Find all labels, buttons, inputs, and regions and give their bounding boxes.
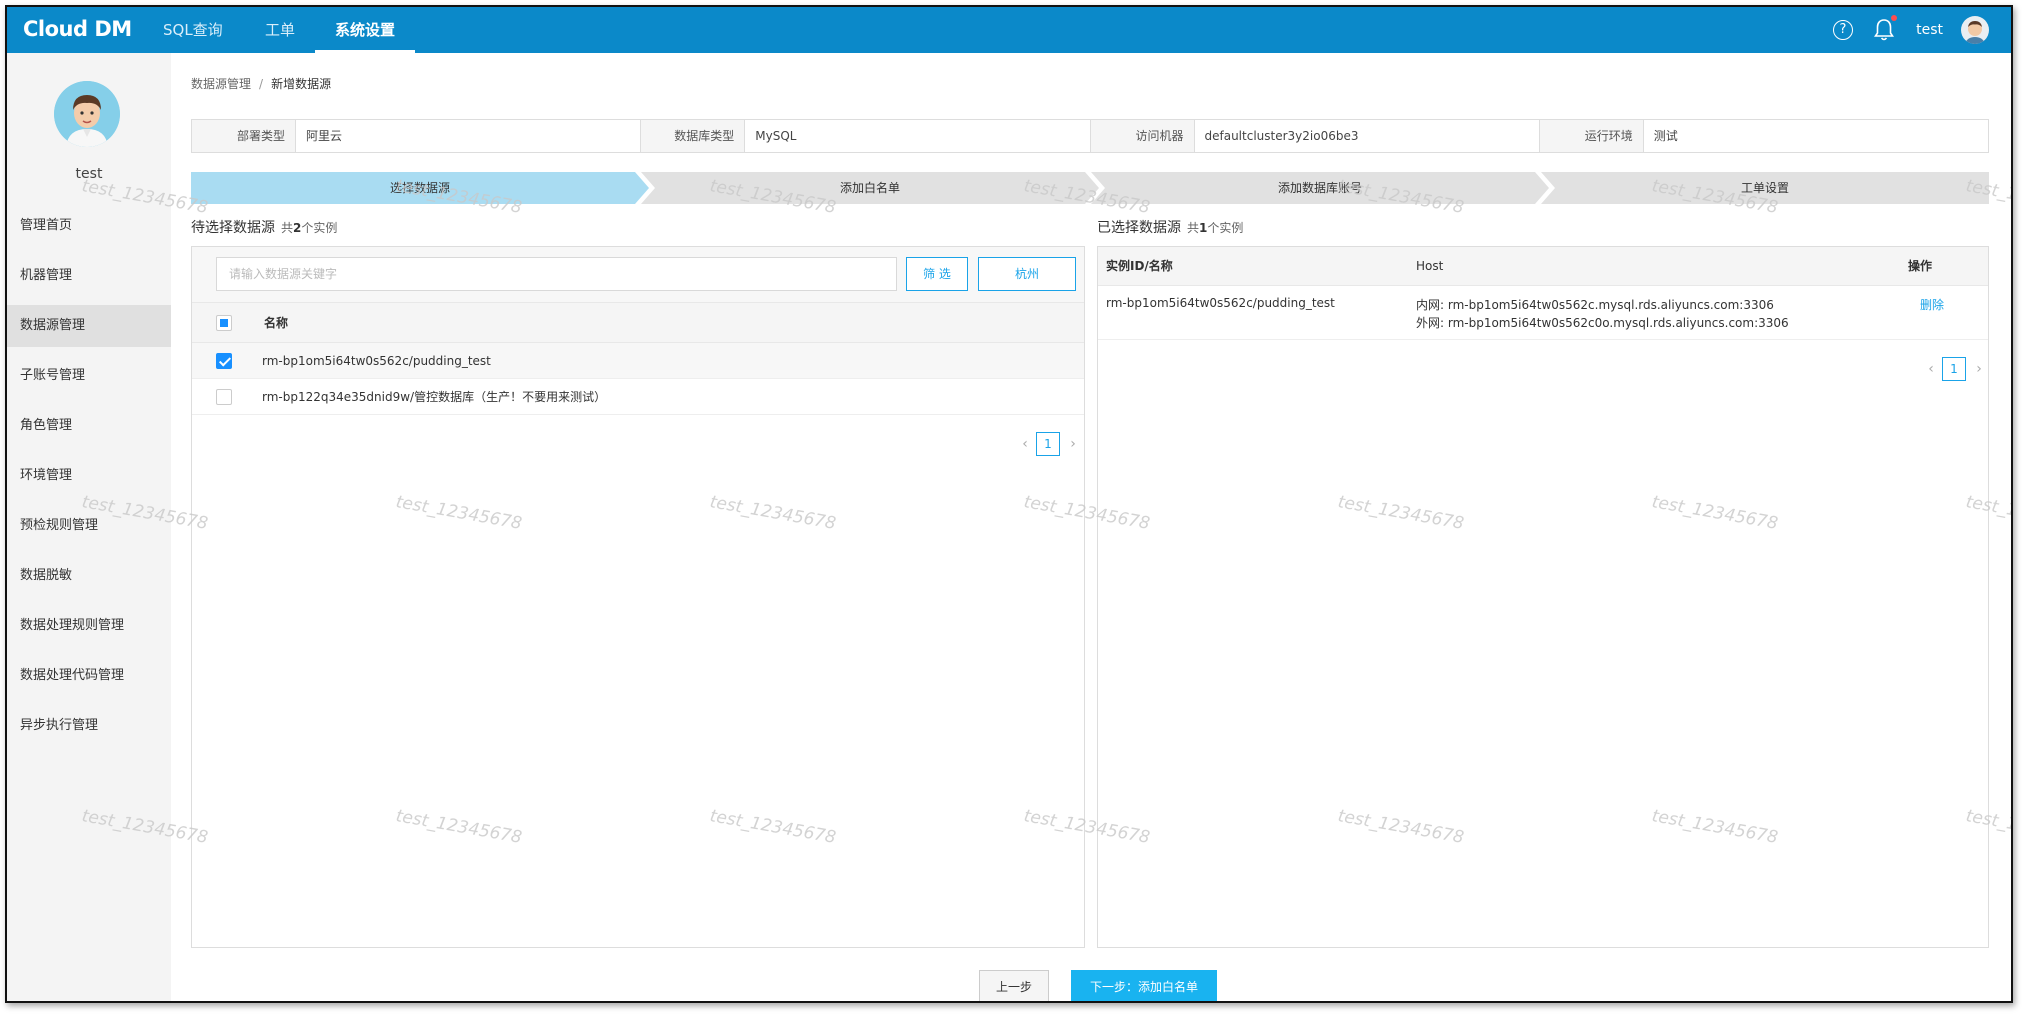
select-all-checkbox[interactable] — [216, 315, 232, 331]
datasource-search-input[interactable]: 请输入数据源关键字 — [216, 257, 897, 291]
row-datasource-name: rm-bp122q34e35dnid9w/管控数据库（生产！不要用来测试） — [262, 390, 607, 404]
info-label: 访问机器 — [1090, 120, 1195, 152]
sidebar-avatar — [54, 81, 120, 147]
selected-datasources-panel: 实例ID/名称 Host 操作 rm-bp1om5i64tw0s562c/pud… — [1097, 246, 1989, 948]
datasource-info-bar: 部署类型 阿里云 数据库类型 MySQL 访问机器 defaultcluster… — [191, 119, 1989, 153]
count-prefix: 共 — [281, 221, 294, 235]
column-header-action: 操作 — [1908, 259, 1933, 273]
info-value: MySQL — [755, 129, 797, 143]
left-panel-count: 共2个实例 — [281, 221, 337, 235]
user-avatar[interactable] — [1961, 16, 1989, 44]
sidebar-item-precheck-rules[interactable]: 预检规则管理 — [7, 505, 171, 547]
main-content: 数据源管理 / 新增数据源 部署类型 阿里云 数据库类型 MySQL 访问机器 de… — [171, 53, 2011, 1001]
sidebar-item-processing-code[interactable]: 数据处理代码管理 — [7, 655, 171, 697]
left-panel-heading: 待选择数据源 — [191, 220, 275, 236]
prev-page-icon[interactable]: ‹ — [1018, 432, 1032, 456]
sidebar-item-processing-rules[interactable]: 数据处理规则管理 — [7, 605, 171, 647]
next-page-icon[interactable]: › — [1972, 357, 1986, 381]
left-pagination: ‹ 1 › — [1018, 432, 1080, 456]
row-checkbox[interactable] — [216, 353, 232, 369]
nav-workorder[interactable]: 工单 — [265, 7, 295, 53]
sidebar-item-datasources[interactable]: 数据源管理 — [7, 305, 171, 347]
breadcrumb-current: 新增数据源 — [271, 77, 332, 91]
nav-system-settings[interactable]: 系统设置 — [314, 7, 416, 53]
step-add-db-account: 添加数据库账号 — [1091, 172, 1549, 204]
table-row[interactable]: rm-bp122q34e35dnid9w/管控数据库（生产！不要用来测试） — [192, 379, 1084, 415]
row-checkbox[interactable] — [216, 389, 232, 405]
info-access-machine: 访问机器 defaultcluster3y2io06be3 — [1089, 120, 1539, 152]
info-value: 测试 — [1653, 129, 1678, 143]
row-host-outer: 外网: rm-bp1om5i64tw0s562c0o.mysql.rds.ali… — [1416, 316, 1789, 330]
row-datasource-name: rm-bp1om5i64tw0s562c/pudding_test — [262, 354, 491, 368]
sidebar: test 管理首页 机器管理 数据源管理 子账号管理 角色管理 环境管理 预检规… — [7, 53, 171, 1001]
info-deploy-type: 部署类型 阿里云 — [192, 120, 640, 152]
filter-button[interactable]: 筛 选 — [906, 257, 968, 291]
step-add-whitelist: 添加白名单 — [641, 172, 1099, 204]
right-pagination: ‹ 1 › — [1924, 357, 1986, 381]
page-number[interactable]: 1 — [1036, 432, 1060, 456]
breadcrumb-parent[interactable]: 数据源管理 — [191, 77, 251, 91]
help-icon[interactable]: ? — [1833, 20, 1853, 40]
table-header: 实例ID/名称 Host 操作 — [1098, 247, 1988, 286]
next-step-button[interactable]: 下一步：添加白名单 — [1071, 970, 1217, 1001]
count-prefix: 共 — [1187, 221, 1200, 235]
count-suffix: 个实例 — [301, 221, 338, 235]
sidebar-item-data-masking[interactable]: 数据脱敏 — [7, 555, 171, 597]
row-instance-id: rm-bp1om5i64tw0s562c/pudding_test — [1106, 296, 1335, 310]
prev-page-icon[interactable]: ‹ — [1924, 357, 1938, 381]
sidebar-item-roles[interactable]: 角色管理 — [7, 405, 171, 447]
column-header-host: Host — [1416, 259, 1444, 273]
info-label: 部署类型 — [192, 120, 296, 152]
info-db-type: 数据库类型 MySQL — [640, 120, 1089, 152]
top-user-name[interactable]: test — [1916, 7, 1943, 53]
info-value: defaultcluster3y2io06be3 — [1204, 129, 1359, 143]
sidebar-user-name: test — [75, 166, 103, 182]
info-value: 阿里云 — [306, 129, 343, 143]
right-panel-title: 已选择数据源 共1个实例 — [1097, 217, 1243, 237]
sidebar-item-home[interactable]: 管理首页 — [7, 205, 171, 247]
next-page-icon[interactable]: › — [1066, 432, 1080, 456]
top-navbar: Cloud DM SQL查询 工单 系统设置 ? test — [7, 7, 2011, 53]
sidebar-item-machines[interactable]: 机器管理 — [7, 255, 171, 297]
sidebar-item-async-exec[interactable]: 异步执行管理 — [7, 705, 171, 747]
right-panel-count: 共1个实例 — [1187, 221, 1243, 235]
previous-step-button[interactable]: 上一步 — [979, 970, 1049, 1001]
region-button[interactable]: 杭州 — [978, 257, 1076, 291]
available-datasources-panel: 请输入数据源关键字 筛 选 杭州 名称 rm-bp1om5i64tw0s562c… — [191, 246, 1085, 948]
sidebar-item-environments[interactable]: 环境管理 — [7, 455, 171, 497]
left-panel-title: 待选择数据源 共2个实例 — [191, 217, 337, 237]
page-number[interactable]: 1 — [1942, 357, 1966, 381]
column-header-id: 实例ID/名称 — [1106, 259, 1173, 273]
table-row[interactable]: rm-bp1om5i64tw0s562c/pudding_test — [192, 343, 1084, 379]
step-workorder-settings: 工单设置 — [1541, 172, 1989, 204]
notification-dot — [1891, 15, 1897, 21]
search-area: 请输入数据源关键字 筛 选 杭州 — [192, 247, 1084, 303]
nav-sql-query[interactable]: SQL查询 — [163, 7, 223, 53]
bell-icon[interactable] — [1873, 18, 1895, 42]
breadcrumb-separator: / — [259, 77, 264, 91]
breadcrumb: 数据源管理 / 新增数据源 — [191, 75, 331, 92]
table-row: rm-bp1om5i64tw0s562c/pudding_test 内网: rm… — [1098, 286, 1988, 340]
app-logo[interactable]: Cloud DM — [23, 17, 132, 41]
right-panel-heading: 已选择数据源 — [1097, 220, 1181, 236]
step-select-datasource: 选择数据源 — [191, 172, 649, 204]
sidebar-menu: 管理首页 机器管理 数据源管理 子账号管理 角色管理 环境管理 预检规则管理 数… — [7, 205, 171, 755]
count-suffix: 个实例 — [1207, 221, 1244, 235]
info-label: 运行环境 — [1539, 120, 1644, 152]
column-header-name: 名称 — [264, 316, 289, 330]
sidebar-item-subaccounts[interactable]: 子账号管理 — [7, 355, 171, 397]
row-host-inner: 内网: rm-bp1om5i64tw0s562c.mysql.rds.aliyu… — [1416, 298, 1774, 312]
info-environment: 运行环境 测试 — [1538, 120, 1988, 152]
app-window: Cloud DM SQL查询 工单 系统设置 ? test test 管理首页 … — [5, 5, 2013, 1003]
info-label: 数据库类型 — [641, 120, 746, 152]
delete-link[interactable]: 删除 — [1920, 296, 1944, 313]
table-header: 名称 — [192, 303, 1084, 343]
wizard-steps: 选择数据源 添加白名单 添加数据库账号 工单设置 — [191, 172, 1989, 204]
